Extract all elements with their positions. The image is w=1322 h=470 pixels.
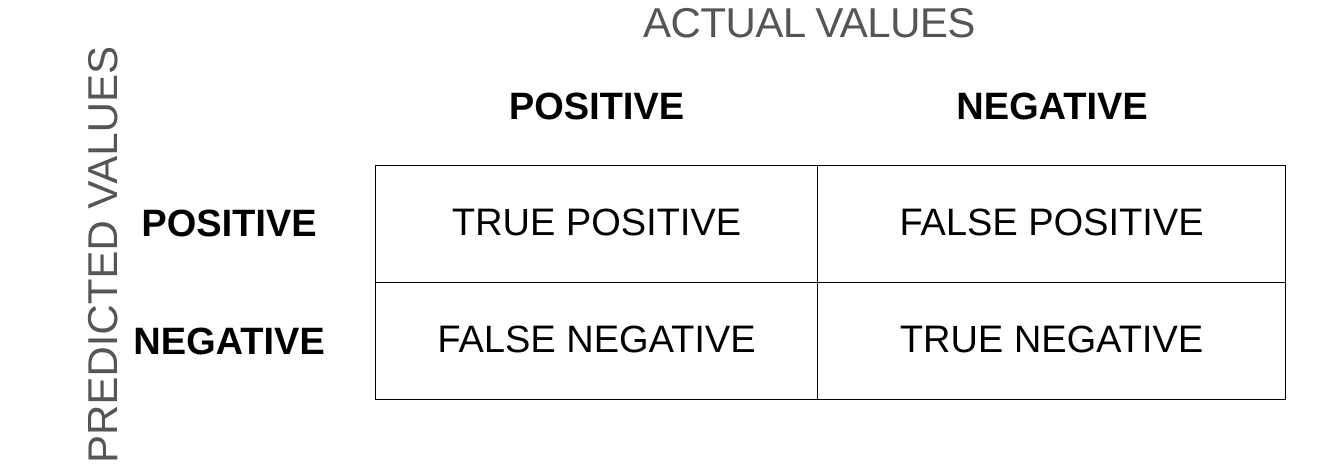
row-header-negative: NEGATIVE (133, 321, 325, 363)
cell-label: FALSE NEGATIVE (437, 319, 756, 362)
cell-label: FALSE POSITIVE (899, 202, 1204, 245)
cell-true-negative: TRUE NEGATIVE (818, 283, 1285, 400)
row-header-positive: POSITIVE (141, 203, 317, 245)
cell-false-positive: FALSE POSITIVE (818, 166, 1285, 283)
cell-label: TRUE POSITIVE (451, 202, 742, 245)
cell-false-negative: FALSE NEGATIVE (376, 282, 818, 399)
column-header-positive: POSITIVE (508, 86, 685, 128)
predicted-values-title: PREDICTED VALUES (79, 46, 126, 463)
actual-values-title: ACTUAL VALUES (643, 0, 975, 46)
cell-label: TRUE NEGATIVE (899, 319, 1204, 362)
confusion-matrix: TRUE POSITIVE FALSE POSITIVE FALSE NEGAT… (375, 165, 1286, 400)
column-header-negative: NEGATIVE (956, 86, 1148, 128)
cell-true-positive: TRUE POSITIVE (376, 166, 818, 283)
